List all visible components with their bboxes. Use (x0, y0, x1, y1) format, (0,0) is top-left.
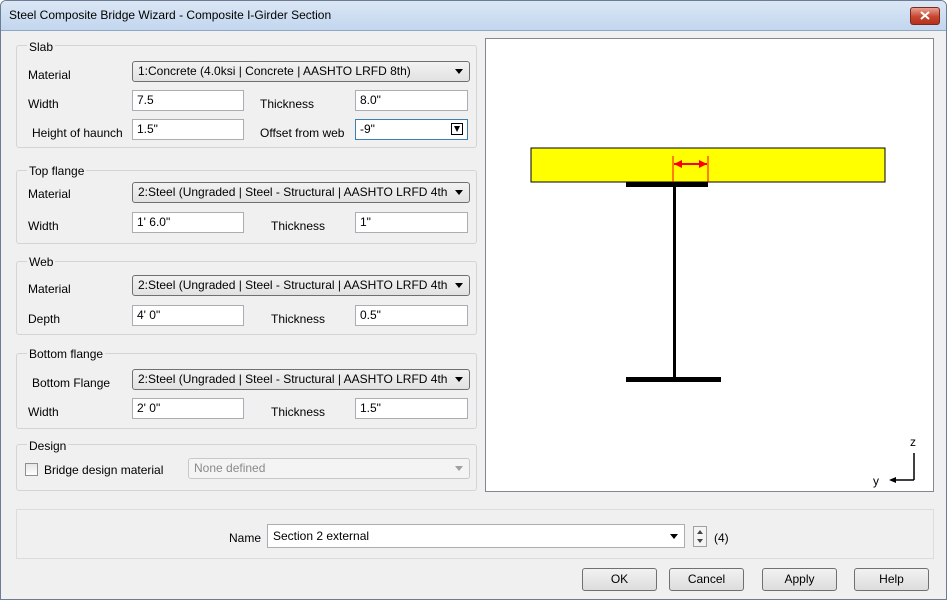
name-value: Section 2 external (273, 529, 370, 543)
top-flange-thickness-field[interactable]: 1" (355, 212, 468, 233)
top-flange-width-field[interactable]: 1' 6.0" (132, 212, 244, 233)
name-label: Name (229, 531, 262, 545)
z-axis-label: z (910, 435, 916, 449)
bottom-flange-thickness-label: Thickness (271, 405, 326, 419)
web-depth-field[interactable]: 4' 0" (132, 305, 244, 326)
cancel-button[interactable]: Cancel (669, 568, 744, 591)
bottom-flange-shape (626, 377, 721, 382)
name-spinner[interactable] (693, 526, 707, 547)
haunch-height-field[interactable]: 1.5" (132, 119, 244, 140)
pick-arrow-icon[interactable] (451, 123, 463, 135)
web-group: Web Material 2:Steel (Ungraded | Steel -… (16, 255, 477, 335)
web-depth-label: Depth (28, 312, 61, 326)
close-button[interactable] (910, 7, 940, 25)
top-flange-width-label: Width (28, 219, 59, 233)
bottom-flange-material-label: Bottom Flange (32, 376, 111, 390)
y-arrow-icon (889, 477, 896, 483)
chevron-down-icon (455, 283, 463, 288)
web-thickness-label: Thickness (271, 312, 326, 326)
slab-thickness-field[interactable]: 8.0" (355, 90, 468, 111)
bottom-flange-material-dropdown[interactable]: 2:Steel (Ungraded | Steel - Structural |… (132, 369, 470, 390)
web-material-dropdown[interactable]: 2:Steel (Ungraded | Steel - Structural |… (132, 275, 470, 296)
dialog-window: Steel Composite Bridge Wizard - Composit… (0, 0, 947, 600)
name-bar: Name Section 2 external (4) (16, 509, 934, 559)
help-button[interactable]: Help (854, 568, 929, 591)
bottom-flange-group: Bottom flange Bottom Flange 2:Steel (Ung… (16, 347, 477, 429)
window-title: Steel Composite Bridge Wizard - Composit… (9, 8, 332, 22)
spin-up-icon[interactable] (697, 530, 703, 534)
web-thickness-field[interactable]: 0.5" (355, 305, 468, 326)
name-count: (4) (714, 531, 729, 545)
bottom-flange-group-title: Bottom flange (27, 347, 106, 361)
spin-down-icon[interactable] (697, 539, 703, 543)
design-material-value: None defined (194, 461, 266, 475)
bridge-design-label: Bridge design material (44, 463, 164, 477)
chevron-down-icon (455, 466, 463, 471)
top-flange-material-value: 2:Steel (Ungraded | Steel - Structural |… (138, 185, 448, 199)
bridge-design-checkbox[interactable] (25, 463, 38, 476)
slab-material-dropdown[interactable]: 1:Concrete (4.0ksi | Concrete | AASHTO L… (132, 61, 470, 82)
slab-width-label: Width (28, 97, 59, 111)
bottom-flange-width-field[interactable]: 2' 0" (132, 398, 244, 419)
haunch-height-label: Height of haunch (32, 126, 123, 140)
web-shape (673, 187, 676, 377)
web-group-title: Web (27, 255, 56, 269)
apply-button[interactable]: Apply (762, 568, 837, 591)
chevron-down-icon (455, 377, 463, 382)
bottom-flange-material-value: 2:Steel (Ungraded | Steel - Structural |… (138, 372, 448, 386)
design-material-dropdown[interactable]: None defined (188, 458, 470, 479)
top-flange-material-dropdown[interactable]: 2:Steel (Ungraded | Steel - Structural |… (132, 182, 470, 203)
web-material-label: Material (28, 282, 71, 296)
top-flange-group: Top flange Material 2:Steel (Ungraded | … (16, 164, 477, 244)
slab-width-field[interactable]: 7.5 (132, 90, 244, 111)
ok-button[interactable]: OK (582, 568, 657, 591)
top-flange-group-title: Top flange (27, 164, 87, 178)
offset-from-web-label: Offset from web (260, 126, 345, 140)
chevron-down-icon (455, 190, 463, 195)
bottom-flange-width-label: Width (28, 405, 59, 419)
slab-thickness-label: Thickness (260, 97, 315, 111)
design-group: Design Bridge design material None defin… (16, 439, 477, 491)
offset-from-web-value: -9" (360, 122, 375, 136)
y-axis-label: y (873, 474, 879, 488)
section-preview: z y (485, 38, 934, 492)
section-diagram: z y (530, 147, 916, 488)
top-flange-thickness-label: Thickness (271, 219, 326, 233)
chevron-down-icon (455, 69, 463, 74)
close-icon (920, 11, 930, 20)
slab-group-title: Slab (27, 40, 56, 54)
top-flange-shape (626, 182, 708, 187)
offset-from-web-field[interactable]: -9" (355, 119, 468, 140)
slab-group: Slab Material 1:Concrete (4.0ksi | Concr… (16, 40, 477, 148)
title-bar: Steel Composite Bridge Wizard - Composit… (1, 1, 946, 31)
chevron-down-icon (670, 534, 678, 539)
design-group-title: Design (27, 439, 69, 453)
name-combobox[interactable]: Section 2 external (267, 524, 685, 548)
web-material-value: 2:Steel (Ungraded | Steel - Structural |… (138, 278, 448, 292)
slab-material-value: 1:Concrete (4.0ksi | Concrete | AASHTO L… (138, 64, 411, 78)
slab-material-label: Material (28, 68, 71, 82)
bottom-flange-thickness-field[interactable]: 1.5" (355, 398, 468, 419)
top-flange-material-label: Material (28, 187, 71, 201)
